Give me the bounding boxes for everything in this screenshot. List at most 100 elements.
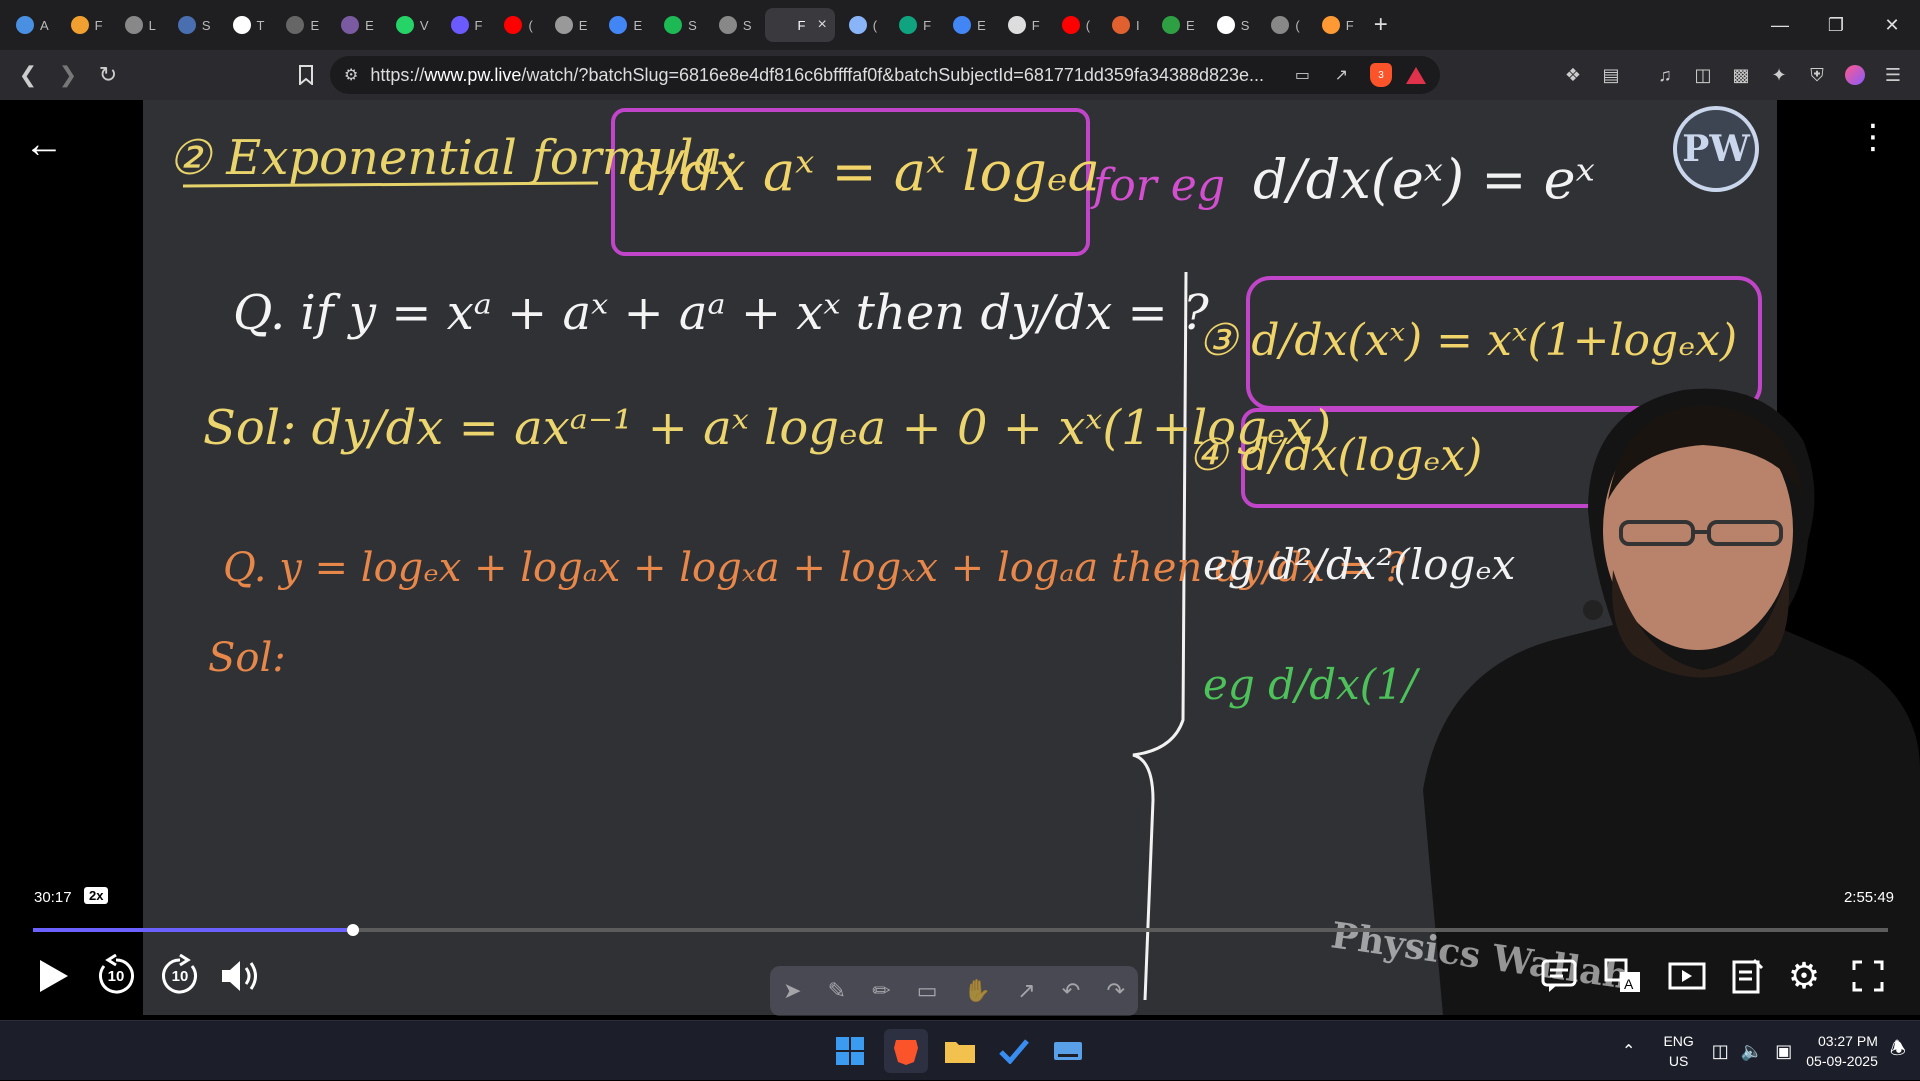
browser-tab[interactable]: (	[1054, 8, 1098, 42]
forward-button[interactable]: ❯	[48, 55, 88, 95]
formula-3: ③ d/dx(xˣ) = xˣ(1+logₑx)	[1198, 315, 1738, 366]
teacher-image	[1423, 388, 1920, 1015]
browser-tab[interactable]: F	[1000, 8, 1048, 42]
keyboard-icon[interactable]	[1046, 1029, 1090, 1073]
browser-tab[interactable]: L	[117, 8, 164, 42]
annotation-toolbar: ➤ ✎ ✏ ▭ ✋ ↗ ↶ ↷	[770, 966, 1138, 1016]
tab-title: (	[1085, 17, 1091, 33]
restore-button[interactable]: ❐	[1808, 0, 1864, 50]
browser-tab[interactable]: F	[1314, 8, 1362, 42]
tab-favicon-icon	[504, 16, 523, 34]
file-explorer-icon[interactable]	[938, 1029, 982, 1073]
forward-10-icon[interactable]: 10	[158, 954, 202, 998]
browser-tab[interactable]: E	[601, 8, 650, 42]
cast-icon[interactable]: ▭	[1295, 65, 1310, 85]
browser-tab[interactable]: V	[388, 8, 437, 42]
tab-favicon-icon	[718, 16, 737, 34]
notes-icon[interactable]	[1728, 956, 1768, 996]
fullscreen-icon[interactable]	[1848, 956, 1888, 996]
tab-close-icon[interactable]: ×	[817, 16, 826, 34]
player-back-arrow-icon[interactable]: ←	[24, 122, 64, 167]
browser-tab[interactable]: E	[547, 8, 596, 42]
brave-rewards-icon[interactable]	[1406, 66, 1426, 84]
browser-tab[interactable]: F	[891, 8, 939, 42]
notification-bell-icon[interactable]: 🕭	[1890, 1036, 1906, 1066]
play-icon[interactable]	[34, 956, 74, 996]
battery-icon[interactable]: ▣	[1775, 1041, 1792, 1062]
chalkboard: ② Exponential formula: d/dx aˣ = aˣ logₑ…	[143, 100, 1920, 1015]
volume-icon[interactable]	[218, 956, 264, 996]
tab-favicon-icon	[1271, 16, 1290, 34]
sidebar-icon[interactable]: ◫	[1684, 55, 1722, 95]
total-time: 2:55:49	[1843, 889, 1894, 906]
network-icon[interactable]: ◫	[1712, 1041, 1729, 1062]
speaker-icon[interactable]: 🔈	[1741, 1041, 1763, 1062]
site-settings-icon[interactable]: ⚙	[344, 65, 358, 85]
rewind-label: 10	[107, 967, 125, 985]
language-indicator[interactable]: ENG US	[1663, 1031, 1693, 1071]
back-button[interactable]: ❮	[8, 55, 48, 95]
windows-start-icon[interactable]	[828, 1029, 872, 1073]
browser-tab[interactable]: F	[443, 8, 491, 42]
browser-tab[interactable]: E	[333, 8, 382, 42]
browser-tab[interactable]: (	[496, 8, 540, 42]
browser-tab[interactable]: E	[1154, 8, 1203, 42]
url-text[interactable]: https://www.pw.live/watch/?batchSlug=681…	[370, 65, 1270, 86]
board-formula: d/dx aˣ = aˣ logₑa	[628, 140, 1100, 203]
chat-icon[interactable]	[1539, 956, 1579, 996]
tab-title: S	[688, 17, 697, 33]
leo-ai-icon[interactable]: ✦	[1760, 55, 1798, 95]
vpn-icon[interactable]: ⛨	[1798, 55, 1836, 95]
rewind-10-icon[interactable]: 10	[94, 954, 138, 998]
region-code: US	[1668, 1053, 1689, 1069]
browser-tab[interactable]: F ×	[765, 8, 835, 42]
media-icon[interactable]: ♫	[1646, 55, 1684, 95]
reload-button[interactable]: ↻	[88, 55, 128, 95]
extensions-icon[interactable]: ❖	[1554, 55, 1592, 95]
clock[interactable]: 03:27 PM 05-09-2025	[1806, 1031, 1878, 1071]
tab-favicon-icon	[232, 16, 251, 34]
progress-knob[interactable]	[346, 924, 359, 936]
reader-icon[interactable]: ▤	[1592, 55, 1630, 95]
video-player[interactable]: ② Exponential formula: d/dx aˣ = aˣ logₑ…	[0, 100, 1920, 1020]
playlist-icon[interactable]	[1667, 956, 1707, 996]
browser-tab[interactable]: S	[711, 8, 760, 42]
translate-icon[interactable]: A	[1603, 956, 1643, 996]
share-icon[interactable]: ↗	[1335, 65, 1348, 85]
profile-icon[interactable]	[1836, 55, 1874, 95]
address-bar[interactable]: ⚙ https://www.pw.live/watch/?batchSlug=6…	[330, 56, 1440, 94]
tab-title: A	[40, 17, 49, 33]
new-tab-button[interactable]: +	[1374, 11, 1388, 39]
menu-icon[interactable]: ☰	[1874, 55, 1912, 95]
wallet-icon[interactable]: ▩	[1722, 55, 1760, 95]
tray-overflow-icon[interactable]: ⌃	[1622, 1041, 1635, 1061]
player-more-options-icon[interactable]: ⋮	[1856, 120, 1890, 154]
language-code: ENG	[1663, 1033, 1694, 1049]
browser-tab[interactable]: E	[945, 8, 994, 42]
brave-browser-icon[interactable]	[884, 1029, 928, 1073]
browser-tab[interactable]: (	[1263, 8, 1307, 42]
tab-favicon-icon	[1061, 16, 1080, 34]
browser-tab[interactable]: T	[225, 8, 273, 42]
browser-tab[interactable]: E	[278, 8, 327, 42]
tab-favicon-icon	[1007, 16, 1026, 34]
browser-tab[interactable]: A	[8, 8, 57, 42]
playback-speed[interactable]: 2x	[84, 887, 109, 904]
browser-tab[interactable]: F	[63, 8, 111, 42]
tab-title: I	[1136, 17, 1140, 33]
close-window-button[interactable]: ✕	[1864, 0, 1920, 50]
browser-tab[interactable]: S	[656, 8, 705, 42]
todo-icon[interactable]	[992, 1029, 1036, 1073]
tab-favicon-icon	[286, 16, 305, 34]
browser-tab[interactable]: (	[841, 8, 885, 42]
settings-gear-icon[interactable]: ⚙	[1784, 955, 1824, 996]
url-prefix: https://	[370, 64, 425, 85]
browser-tab[interactable]: S	[1209, 8, 1258, 42]
bookmark-icon[interactable]	[286, 55, 326, 95]
brave-shields-icon[interactable]: 3	[1370, 63, 1392, 87]
system-tray: ⌃ ENG US ◫ 🔈 ▣ 03:27 PM 05-09-2025 🕭	[1622, 1021, 1920, 1081]
minimize-button[interactable]: —	[1752, 0, 1808, 50]
browser-tab[interactable]: I	[1104, 8, 1148, 42]
progress-bar[interactable]	[33, 924, 1888, 936]
browser-tab[interactable]: S	[170, 8, 219, 42]
